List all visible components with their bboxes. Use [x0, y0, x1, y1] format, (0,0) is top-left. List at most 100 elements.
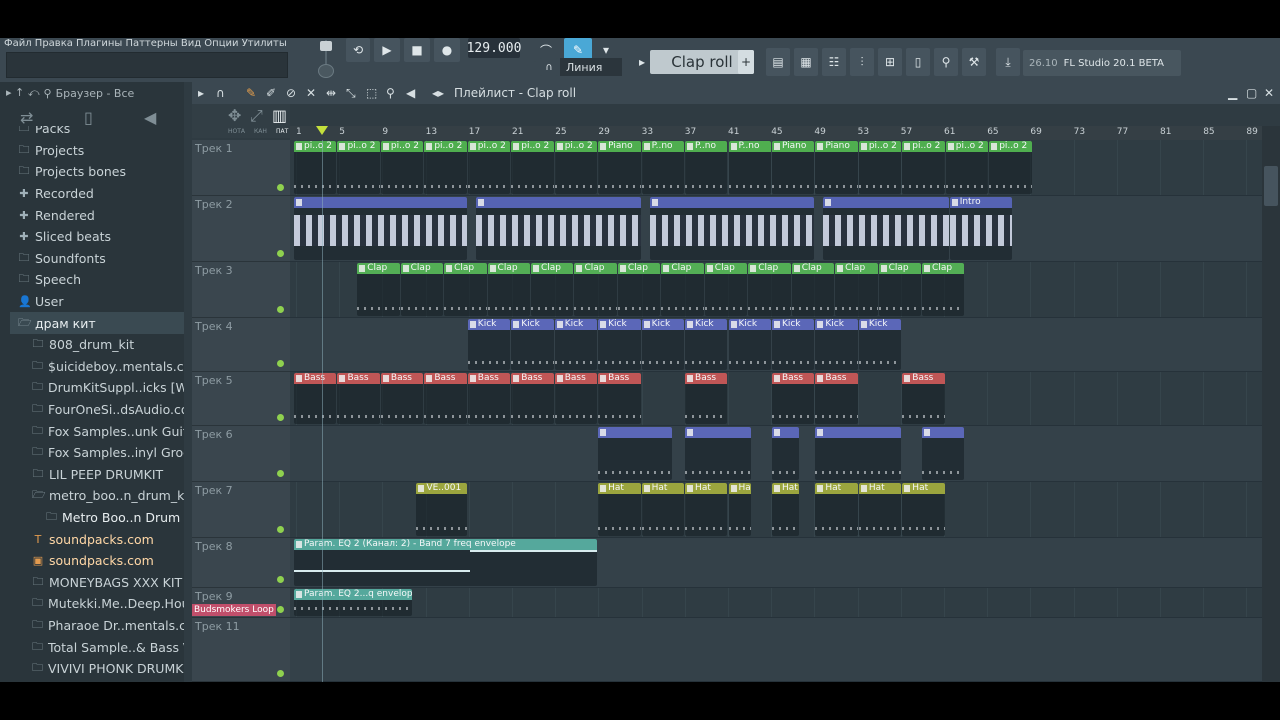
time-ruler[interactable]: 1 5 9 13 17 21 25 29 33 37 41 45 49 53 57 61 65 69 73 77 81 8…	[290, 126, 1262, 140]
maximize-icon[interactable]: ▢	[1246, 86, 1257, 100]
add-pattern-button[interactable]: +	[738, 50, 754, 74]
pattern-clip[interactable]: P..no	[685, 141, 728, 194]
piano-roll-icon[interactable]: ▦	[794, 48, 818, 76]
browser-item[interactable]: 🗀 $uicideboy..mentals.com)	[10, 356, 184, 378]
browser-item[interactable]: 🗁 драм кит	[10, 312, 184, 334]
pattern-clip[interactable]: Piano	[815, 141, 858, 194]
pattern-clip[interactable]	[685, 427, 752, 480]
play-button[interactable]: ▶	[374, 38, 400, 62]
pattern-clip[interactable]: Kick	[858, 319, 902, 370]
pattern-clip[interactable]: Clap	[617, 263, 661, 316]
pattern-prev-icon[interactable]: ▸	[636, 50, 648, 74]
pattern-clip[interactable]: Bass	[467, 373, 511, 424]
track-enable-icon[interactable]	[277, 414, 284, 421]
track-enable-icon[interactable]	[277, 670, 284, 677]
pattern-clip[interactable]: Kick	[641, 319, 685, 370]
slice-icon[interactable]: ⤡	[346, 86, 356, 101]
pattern-clip[interactable]: Hat	[815, 483, 858, 536]
track-row[interactable]	[290, 588, 1262, 618]
pattern-clip[interactable]: Bass	[598, 373, 641, 424]
pattern-clip[interactable]: pi..o 2	[294, 141, 337, 194]
browser-item[interactable]: 🗀 Packs	[10, 126, 184, 140]
pattern-clip[interactable]: Bass	[902, 373, 945, 424]
pattern-clip[interactable]: pi..o 2	[858, 141, 902, 194]
mute-icon[interactable]: ✕	[306, 86, 316, 100]
pattern-clip[interactable]: Hat	[641, 483, 685, 536]
pattern-clip[interactable]: Clap	[661, 263, 704, 316]
collapse-icon[interactable]: ⇄	[20, 108, 33, 127]
pattern-clip[interactable]: pi..o 2	[902, 141, 945, 194]
pattern-clip[interactable]: Clap	[357, 263, 400, 316]
track-header[interactable]: Трек 8	[192, 538, 290, 588]
pattern-clip[interactable]: Hat	[598, 483, 641, 536]
pattern-clip[interactable]: Clap	[531, 263, 574, 316]
pattern-clip[interactable]: pi..o 2	[554, 141, 598, 194]
pattern-clip[interactable]: Intro	[949, 197, 1012, 260]
pattern-clip[interactable]: Hat	[728, 483, 752, 536]
pattern-clip[interactable]: Clap	[574, 263, 617, 316]
pattern-clip[interactable]: Param. EQ 2...q envelope	[294, 589, 412, 616]
pattern-clip[interactable]: Kick	[467, 319, 511, 370]
browser-item[interactable]: 🗀 Projects	[10, 140, 184, 162]
brush-icon[interactable]: ✐	[266, 86, 276, 100]
track-enable-icon[interactable]	[277, 250, 284, 257]
pattern-clip[interactable]: Kick	[511, 319, 554, 370]
mixer-icon[interactable]: ⫶	[850, 48, 874, 76]
pattern-clip[interactable]: Kick	[815, 319, 858, 370]
playlist-grid[interactable]: pi..o 2 pi..o 2 pi..o 2 pi..o 2 pi..o 2 pi..o…	[290, 140, 1262, 682]
pencil-icon[interactable]: ✎	[246, 86, 256, 100]
browser-item[interactable]: 🗀 DrumKitSuppl..icks [WAV]	[10, 377, 184, 399]
pattern-clip[interactable]: Hat	[771, 483, 799, 536]
pattern-clip[interactable]: pi..o 2	[945, 141, 989, 194]
pattern-clip[interactable]	[771, 427, 799, 480]
pattern-clip[interactable]	[922, 427, 965, 480]
slip-icon[interactable]: ⇹	[326, 86, 336, 100]
pattern-clip[interactable]	[475, 197, 641, 260]
pattern-clip[interactable]: Bass	[511, 373, 554, 424]
pattern-clip[interactable]: Bass	[380, 373, 424, 424]
pattern-clip[interactable]: pi..o 2	[467, 141, 511, 194]
move-icon[interactable]: ✥	[228, 106, 241, 125]
browser-item[interactable]: 🗀 Fox Samples..inyl Grooves	[10, 442, 184, 464]
track-enable-icon[interactable]	[277, 606, 284, 613]
browser-item[interactable]: 🗀 Speech	[10, 269, 184, 291]
pattern-clip[interactable]: Bass	[771, 373, 815, 424]
loop-icon[interactable]: ⟲	[346, 38, 370, 62]
browser-item[interactable]: 🗀 VIVIVI PHONK DRUMKIT	[10, 658, 184, 680]
browser-item[interactable]: 🗀 Total Sample..& Bass Vol.6	[10, 636, 184, 658]
magnet-icon[interactable]: ∩	[216, 86, 225, 100]
speaker-icon[interactable]: ◀	[144, 108, 156, 127]
pattern-clip[interactable]: pi..o 2	[989, 141, 1032, 194]
playhead-marker-icon[interactable]	[316, 126, 328, 135]
pattern-clip[interactable]: Clap	[704, 263, 748, 316]
pattern-clip[interactable]: Clap	[922, 263, 965, 316]
browser-item[interactable]: ▣ soundpacks.com	[10, 550, 184, 572]
track-header[interactable]: Трек 5	[192, 372, 290, 426]
pattern-clip[interactable]: Bass	[337, 373, 380, 424]
tempo-display[interactable]: 129.000	[467, 38, 521, 58]
record-button[interactable]: ●	[434, 38, 460, 62]
browser-item[interactable]: 🗀 Projects bones	[10, 161, 184, 183]
track-header[interactable]: Трек 2	[192, 196, 290, 262]
pattern-clip[interactable]: Hat	[902, 483, 945, 536]
pattern-clip[interactable]: VE..001	[416, 483, 467, 536]
pattern-clip[interactable]: pi..o 2	[337, 141, 380, 194]
pattern-clip[interactable]: Kick	[771, 319, 815, 370]
pattern-clip[interactable]: P..no	[728, 141, 771, 194]
track-header[interactable]: Трек 1	[192, 140, 290, 196]
browser-item[interactable]: Tsoundpacks.com	[10, 528, 184, 550]
pattern-clip[interactable]: Clap	[400, 263, 444, 316]
browser-item[interactable]: ✚ Rendered	[10, 204, 184, 226]
faders-icon[interactable]: ⊞	[878, 48, 902, 76]
title-arrows-icon[interactable]: ◂▸	[432, 86, 444, 100]
browser-item[interactable]: ✚ Sliced beats	[10, 226, 184, 248]
pattern-clip[interactable]: Bass	[815, 373, 858, 424]
track-enable-icon[interactable]	[277, 576, 284, 583]
pattern-clip[interactable]: Bass	[294, 373, 337, 424]
channel-rack-icon[interactable]: ☷	[822, 48, 846, 76]
tools-icon[interactable]: ⚒	[962, 48, 986, 76]
track-header[interactable]: Трек 11	[192, 618, 290, 682]
pattern-clip[interactable]: Hat	[858, 483, 902, 536]
main-menu[interactable]: Файл Правка Плагины Паттерны Вид Опции У…	[4, 38, 289, 50]
track-header[interactable]: Трек 7	[192, 482, 290, 538]
